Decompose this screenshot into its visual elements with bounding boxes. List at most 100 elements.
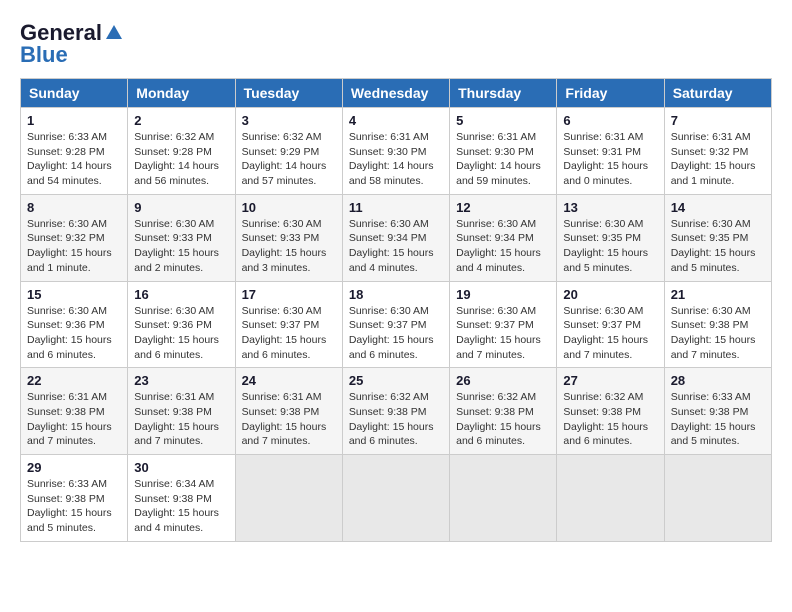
daylight-text: Daylight: 14 hours and 54 minutes. [27,159,121,188]
day-info: Sunrise: 6:32 AM Sunset: 9:38 PM Dayligh… [349,390,443,449]
daylight-text: Daylight: 15 hours and 6 minutes. [27,333,121,362]
sunset-text: Sunset: 9:36 PM [27,318,121,333]
day-info: Sunrise: 6:31 AM Sunset: 9:38 PM Dayligh… [134,390,228,449]
daylight-text: Daylight: 14 hours and 56 minutes. [134,159,228,188]
calendar-cell: 6 Sunrise: 6:31 AM Sunset: 9:31 PM Dayli… [557,108,664,195]
day-number: 3 [242,113,336,128]
sunset-text: Sunset: 9:30 PM [456,145,550,160]
day-info: Sunrise: 6:31 AM Sunset: 9:30 PM Dayligh… [349,130,443,189]
day-number: 26 [456,373,550,388]
day-info: Sunrise: 6:30 AM Sunset: 9:36 PM Dayligh… [134,304,228,363]
sunrise-text: Sunrise: 6:30 AM [563,304,657,319]
calendar-cell: 27 Sunrise: 6:32 AM Sunset: 9:38 PM Dayl… [557,368,664,455]
sunset-text: Sunset: 9:34 PM [456,231,550,246]
day-number: 7 [671,113,765,128]
calendar-cell: 29 Sunrise: 6:33 AM Sunset: 9:38 PM Dayl… [21,455,128,542]
daylight-text: Daylight: 15 hours and 2 minutes. [134,246,228,275]
sunrise-text: Sunrise: 6:30 AM [242,304,336,319]
day-info: Sunrise: 6:30 AM Sunset: 9:37 PM Dayligh… [456,304,550,363]
sunset-text: Sunset: 9:29 PM [242,145,336,160]
sunset-text: Sunset: 9:38 PM [134,405,228,420]
sunrise-text: Sunrise: 6:33 AM [671,390,765,405]
day-info: Sunrise: 6:30 AM Sunset: 9:37 PM Dayligh… [242,304,336,363]
daylight-text: Daylight: 15 hours and 0 minutes. [563,159,657,188]
daylight-text: Daylight: 15 hours and 6 minutes. [349,420,443,449]
sunset-text: Sunset: 9:38 PM [134,492,228,507]
day-number: 5 [456,113,550,128]
calendar-cell: 18 Sunrise: 6:30 AM Sunset: 9:37 PM Dayl… [342,281,449,368]
sunset-text: Sunset: 9:38 PM [27,405,121,420]
sunset-text: Sunset: 9:35 PM [563,231,657,246]
sunrise-text: Sunrise: 6:30 AM [27,304,121,319]
day-number: 15 [27,287,121,302]
daylight-text: Daylight: 15 hours and 7 minutes. [242,420,336,449]
logo-blue-text: Blue [20,42,68,68]
day-info: Sunrise: 6:30 AM Sunset: 9:37 PM Dayligh… [563,304,657,363]
day-number: 14 [671,200,765,215]
sunrise-text: Sunrise: 6:31 AM [563,130,657,145]
daylight-text: Daylight: 15 hours and 4 minutes. [456,246,550,275]
day-number: 1 [27,113,121,128]
calendar-cell: 19 Sunrise: 6:30 AM Sunset: 9:37 PM Dayl… [450,281,557,368]
weekday-header-wednesday: Wednesday [342,79,449,108]
day-number: 19 [456,287,550,302]
weekday-header-monday: Monday [128,79,235,108]
daylight-text: Daylight: 15 hours and 5 minutes. [671,246,765,275]
calendar-cell: 1 Sunrise: 6:33 AM Sunset: 9:28 PM Dayli… [21,108,128,195]
sunrise-text: Sunrise: 6:30 AM [671,304,765,319]
calendar-cell: 15 Sunrise: 6:30 AM Sunset: 9:36 PM Dayl… [21,281,128,368]
calendar-cell [664,455,771,542]
daylight-text: Daylight: 15 hours and 7 minutes. [563,333,657,362]
day-number: 16 [134,287,228,302]
sunrise-text: Sunrise: 6:34 AM [134,477,228,492]
sunrise-text: Sunrise: 6:30 AM [27,217,121,232]
weekday-header-friday: Friday [557,79,664,108]
day-info: Sunrise: 6:31 AM Sunset: 9:38 PM Dayligh… [27,390,121,449]
calendar-cell [342,455,449,542]
sunrise-text: Sunrise: 6:31 AM [242,390,336,405]
sunrise-text: Sunrise: 6:31 AM [671,130,765,145]
sunrise-text: Sunrise: 6:31 AM [349,130,443,145]
sunset-text: Sunset: 9:36 PM [134,318,228,333]
day-info: Sunrise: 6:31 AM Sunset: 9:30 PM Dayligh… [456,130,550,189]
day-info: Sunrise: 6:34 AM Sunset: 9:38 PM Dayligh… [134,477,228,536]
calendar-table: SundayMondayTuesdayWednesdayThursdayFrid… [20,78,772,542]
daylight-text: Daylight: 15 hours and 6 minutes. [456,420,550,449]
day-info: Sunrise: 6:30 AM Sunset: 9:35 PM Dayligh… [671,217,765,276]
sunset-text: Sunset: 9:38 PM [456,405,550,420]
day-info: Sunrise: 6:30 AM Sunset: 9:33 PM Dayligh… [134,217,228,276]
logo-icon [104,23,124,43]
daylight-text: Daylight: 15 hours and 3 minutes. [242,246,336,275]
calendar-cell: 4 Sunrise: 6:31 AM Sunset: 9:30 PM Dayli… [342,108,449,195]
calendar-cell [235,455,342,542]
day-number: 25 [349,373,443,388]
sunrise-text: Sunrise: 6:32 AM [242,130,336,145]
sunset-text: Sunset: 9:38 PM [671,318,765,333]
sunset-text: Sunset: 9:33 PM [134,231,228,246]
logo: General Blue [20,20,124,68]
daylight-text: Daylight: 15 hours and 6 minutes. [563,420,657,449]
day-number: 30 [134,460,228,475]
sunrise-text: Sunrise: 6:30 AM [242,217,336,232]
weekday-header-sunday: Sunday [21,79,128,108]
day-number: 13 [563,200,657,215]
daylight-text: Daylight: 15 hours and 1 minute. [27,246,121,275]
sunrise-text: Sunrise: 6:32 AM [349,390,443,405]
calendar-week-2: 8 Sunrise: 6:30 AM Sunset: 9:32 PM Dayli… [21,194,772,281]
daylight-text: Daylight: 15 hours and 6 minutes. [242,333,336,362]
calendar-cell: 7 Sunrise: 6:31 AM Sunset: 9:32 PM Dayli… [664,108,771,195]
day-info: Sunrise: 6:32 AM Sunset: 9:29 PM Dayligh… [242,130,336,189]
daylight-text: Daylight: 15 hours and 7 minutes. [671,333,765,362]
daylight-text: Daylight: 14 hours and 57 minutes. [242,159,336,188]
day-number: 20 [563,287,657,302]
calendar-cell: 11 Sunrise: 6:30 AM Sunset: 9:34 PM Dayl… [342,194,449,281]
day-info: Sunrise: 6:30 AM Sunset: 9:32 PM Dayligh… [27,217,121,276]
sunrise-text: Sunrise: 6:30 AM [456,217,550,232]
sunset-text: Sunset: 9:38 PM [671,405,765,420]
day-number: 10 [242,200,336,215]
sunrise-text: Sunrise: 6:32 AM [134,130,228,145]
sunrise-text: Sunrise: 6:30 AM [349,217,443,232]
daylight-text: Daylight: 15 hours and 5 minutes. [671,420,765,449]
daylight-text: Daylight: 14 hours and 58 minutes. [349,159,443,188]
day-number: 4 [349,113,443,128]
